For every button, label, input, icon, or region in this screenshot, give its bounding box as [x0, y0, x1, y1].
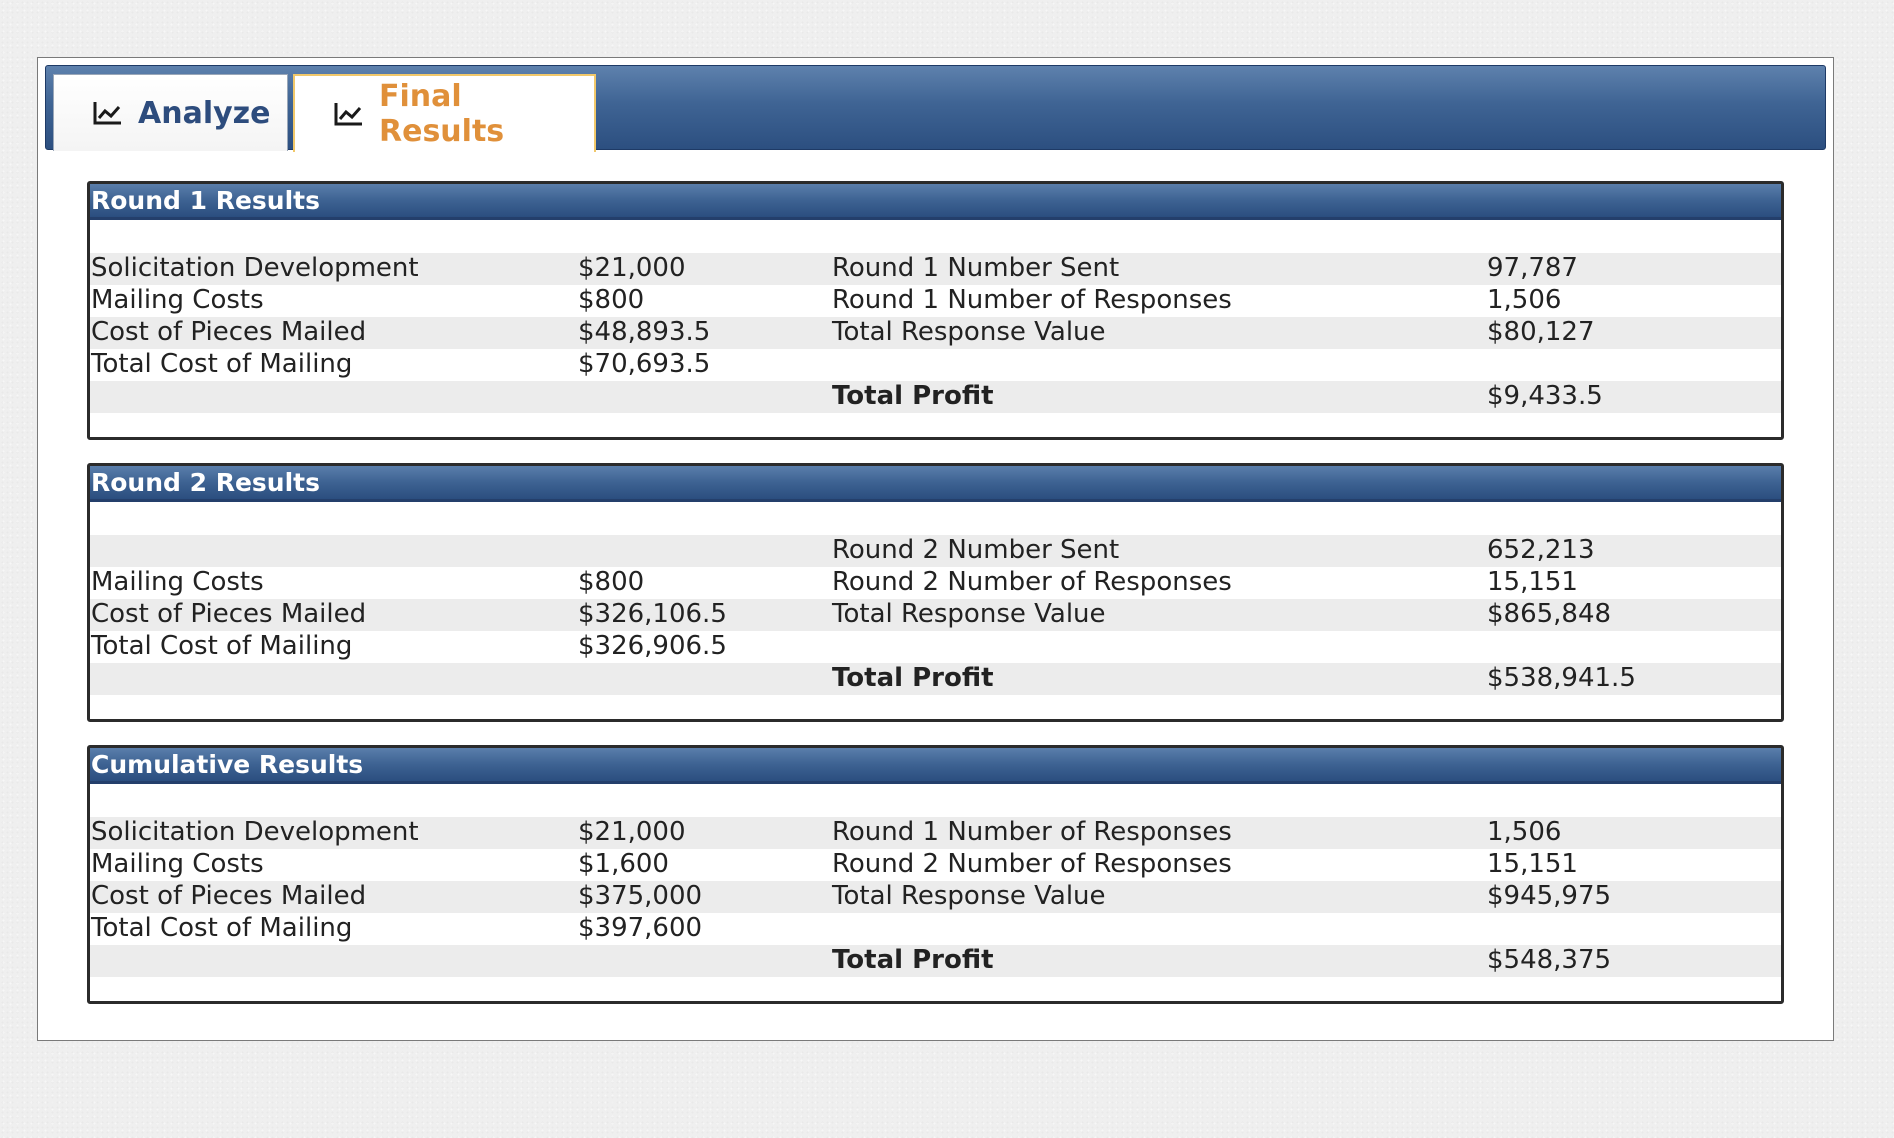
panel-title: Round 2 Results — [90, 466, 1781, 502]
cost-value: $21,000 — [578, 253, 686, 283]
cost-value: $397,600 — [578, 913, 703, 943]
table-row: Round 2 Number Sent 652,213 — [90, 535, 1781, 567]
response-value: $945,975 — [1487, 881, 1612, 911]
cost-value: $21,000 — [578, 817, 686, 847]
table-row: Solicitation Development $21,000 Round 1… — [90, 253, 1781, 285]
cost-label: Solicitation Development — [91, 253, 419, 283]
cost-label: Mailing Costs — [91, 849, 264, 879]
tab-final-results-label: Final Results — [379, 79, 505, 149]
cost-label: Mailing Costs — [91, 285, 264, 315]
table-row: Mailing Costs $1,600 Round 2 Number of R… — [90, 849, 1781, 881]
response-label: Total Response Value — [832, 881, 1106, 911]
cost-value: $800 — [578, 285, 645, 315]
round-2-results-panel: Round 2 Results Round 2 Number Sent 652,… — [87, 463, 1784, 722]
response-value: 97,787 — [1487, 253, 1578, 283]
cost-label: Cost of Pieces Mailed — [91, 599, 367, 629]
cost-label: Solicitation Development — [91, 817, 419, 847]
results-table: Solicitation Development $21,000 Round 1… — [90, 817, 1781, 977]
response-label: Round 2 Number of Responses — [832, 849, 1232, 879]
response-label: Round 2 Number Sent — [832, 535, 1120, 565]
cost-value: $1,600 — [578, 849, 669, 879]
response-value: 1,506 — [1487, 817, 1562, 847]
response-label: Total Response Value — [832, 317, 1106, 347]
response-label: Round 1 Number of Responses — [832, 817, 1232, 847]
table-row-total: Total Profit $548,375 — [90, 945, 1781, 977]
results-window: Analyze Final Results Round 1 Results So… — [37, 57, 1834, 1041]
table-row: Total Cost of Mailing $397,600 — [90, 913, 1781, 945]
line-chart-icon — [333, 101, 365, 127]
response-value: 15,151 — [1487, 849, 1578, 879]
cost-label: Total Cost of Mailing — [91, 349, 353, 379]
cost-label: Total Cost of Mailing — [91, 631, 353, 661]
tab-bar: Analyze Final Results — [45, 65, 1826, 152]
response-value: 652,213 — [1487, 535, 1595, 565]
response-label: Round 1 Number Sent — [832, 253, 1120, 283]
table-row: Cost of Pieces Mailed $48,893.5 Total Re… — [90, 317, 1781, 349]
panel-title: Cumulative Results — [90, 748, 1781, 784]
cost-value: $375,000 — [578, 881, 703, 911]
table-row: Total Cost of Mailing $326,906.5 — [90, 631, 1781, 663]
response-value: 1,506 — [1487, 285, 1562, 315]
table-row: Solicitation Development $21,000 Round 1… — [90, 817, 1781, 849]
tab-final-results[interactable]: Final Results — [293, 74, 596, 152]
response-label: Round 2 Number of Responses — [832, 567, 1232, 597]
cost-label: Cost of Pieces Mailed — [91, 317, 367, 347]
results-table: Solicitation Development $21,000 Round 1… — [90, 253, 1781, 413]
response-label: Round 1 Number of Responses — [832, 285, 1232, 315]
line-chart-icon — [92, 100, 124, 126]
table-row-total: Total Profit $9,433.5 — [90, 381, 1781, 413]
round-1-results-panel: Round 1 Results Solicitation Development… — [87, 181, 1784, 440]
total-profit-value: $9,433.5 — [1487, 381, 1603, 411]
table-row: Mailing Costs $800 Round 2 Number of Res… — [90, 567, 1781, 599]
table-row: Cost of Pieces Mailed $326,106.5 Total R… — [90, 599, 1781, 631]
panel-title: Round 1 Results — [90, 184, 1781, 220]
response-value: 15,151 — [1487, 567, 1578, 597]
table-row: Cost of Pieces Mailed $375,000 Total Res… — [90, 881, 1781, 913]
response-value: $80,127 — [1487, 317, 1595, 347]
cost-label: Cost of Pieces Mailed — [91, 881, 367, 911]
cost-value: $326,106.5 — [578, 599, 727, 629]
total-profit-value: $548,375 — [1487, 945, 1612, 975]
tab-analyze[interactable]: Analyze — [53, 74, 288, 151]
cost-label: Total Cost of Mailing — [91, 913, 353, 943]
total-profit-label: Total Profit — [832, 381, 994, 411]
table-row-total: Total Profit $538,941.5 — [90, 663, 1781, 695]
response-value: $865,848 — [1487, 599, 1612, 629]
total-profit-label: Total Profit — [832, 663, 994, 693]
results-table: Round 2 Number Sent 652,213 Mailing Cost… — [90, 535, 1781, 695]
table-row: Mailing Costs $800 Round 1 Number of Res… — [90, 285, 1781, 317]
table-row: Total Cost of Mailing $70,693.5 — [90, 349, 1781, 381]
cost-label: Mailing Costs — [91, 567, 264, 597]
total-profit-label: Total Profit — [832, 945, 994, 975]
tab-analyze-label: Analyze — [138, 95, 271, 131]
cost-value: $70,693.5 — [578, 349, 711, 379]
total-profit-value: $538,941.5 — [1487, 663, 1636, 693]
cost-value: $326,906.5 — [578, 631, 727, 661]
cost-value: $800 — [578, 567, 645, 597]
response-label: Total Response Value — [832, 599, 1106, 629]
cumulative-results-panel: Cumulative Results Solicitation Developm… — [87, 745, 1784, 1004]
cost-value: $48,893.5 — [578, 317, 711, 347]
